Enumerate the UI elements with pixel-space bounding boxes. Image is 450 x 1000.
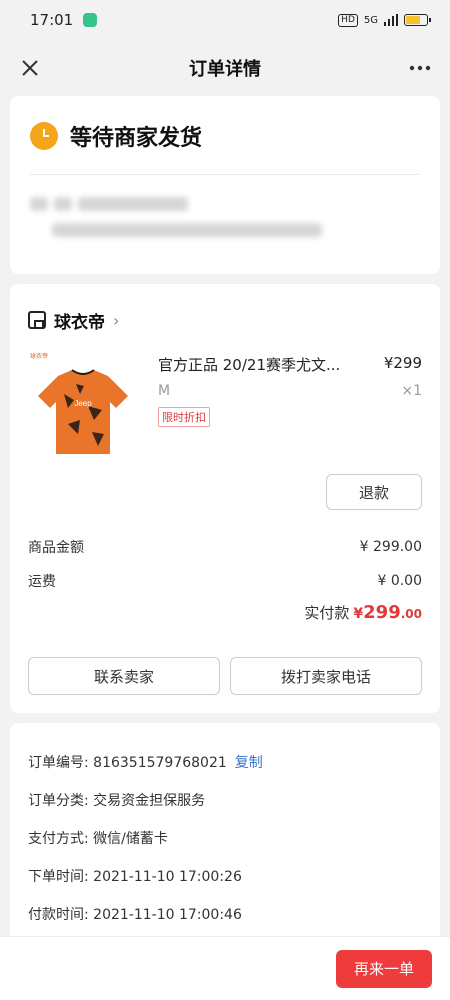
order-created-time: 下单时间: 2021-11-10 17:00:26 — [28, 869, 242, 885]
order-number: 订单编号: 816351579768021 — [28, 755, 227, 771]
battery-icon — [404, 14, 431, 26]
shipping-row: 运费 ¥ 0.00 — [28, 564, 422, 598]
paid-symbol: ¥ — [353, 606, 364, 622]
shipping-value: ¥ 0.00 — [377, 573, 422, 589]
status-time: 17:01 — [30, 11, 74, 29]
discount-tag: 限时折扣 — [158, 407, 210, 427]
product-image: 球衣帝 Jeep — [28, 353, 138, 464]
close-icon[interactable] — [16, 54, 44, 82]
product-spec: M — [158, 383, 171, 399]
paid-cents: .00 — [400, 607, 422, 621]
jersey-sponsor-text: Jeep — [74, 399, 92, 408]
goods-amount-value: ¥ 299.00 — [359, 539, 422, 555]
reorder-button[interactable]: 再来一单 — [336, 949, 432, 988]
nav-bar: 订单详情 — [0, 40, 450, 96]
hd-icon: HD — [338, 13, 358, 27]
signal-icon — [384, 14, 398, 26]
paid-amount: ¥299.00 — [353, 602, 422, 623]
order-category: 订单分类: 交易资金担保服务 — [28, 793, 206, 809]
shop-name: 球衣帝 — [54, 312, 105, 333]
chevron-right-icon: › — [113, 310, 120, 330]
paid-row: 实付款 ¥299.00 — [28, 602, 422, 623]
product-name: 官方正品 20/21赛季尤文... — [158, 356, 341, 374]
page-title: 订单详情 — [189, 59, 261, 80]
network-label: 5G — [363, 14, 378, 26]
order-info-card: 订单编号: 816351579768021 复制 订单分类: 交易资金担保服务 … — [10, 723, 440, 943]
order-status-card: 等待商家发货 — [10, 96, 440, 274]
more-icon[interactable] — [406, 54, 434, 82]
store-icon — [28, 311, 46, 329]
copy-link[interactable]: 复制 — [235, 752, 263, 772]
goods-amount-row: 商品金额 ¥ 299.00 — [28, 530, 422, 564]
paid-label: 实付款 — [304, 604, 350, 622]
address-redacted — [30, 197, 420, 211]
shop-link[interactable]: 球衣帝 › — [28, 304, 422, 336]
clock-icon — [30, 122, 58, 150]
thumb-watermark: 球衣帝 — [30, 353, 49, 360]
order-status-text: 等待商家发货 — [70, 126, 203, 151]
product-price: ¥299 — [383, 354, 422, 372]
bottom-action-bar: 再来一单 — [0, 936, 450, 1000]
status-bar: 17:01 HD 5G — [0, 0, 450, 40]
refund-button[interactable]: 退款 — [326, 474, 422, 510]
payment-method: 支付方式: 微信/储蓄卡 — [28, 831, 168, 847]
shipping-label: 运费 — [28, 574, 56, 590]
app-notification-icon — [83, 13, 98, 27]
address-redacted-line — [30, 223, 420, 237]
order-card: 球衣帝 › 球衣帝 Jeep 官方正品 20/21赛季尤文... ¥299 M … — [10, 284, 440, 713]
product-item[interactable]: 球衣帝 Jeep 官方正品 20/21赛季尤文... ¥299 M ×1 限时折… — [28, 353, 422, 464]
product-qty: ×1 — [401, 383, 422, 399]
contact-seller-button[interactable]: 联系卖家 — [28, 657, 220, 695]
paid-integer: 299 — [363, 602, 401, 623]
divider — [30, 174, 420, 175]
goods-amount-label: 商品金额 — [28, 540, 84, 556]
order-number-row: 订单编号: 816351579768021 复制 — [28, 743, 422, 781]
call-seller-button[interactable]: 拨打卖家电话 — [230, 657, 422, 695]
payment-time: 付款时间: 2021-11-10 17:00:46 — [28, 907, 242, 923]
